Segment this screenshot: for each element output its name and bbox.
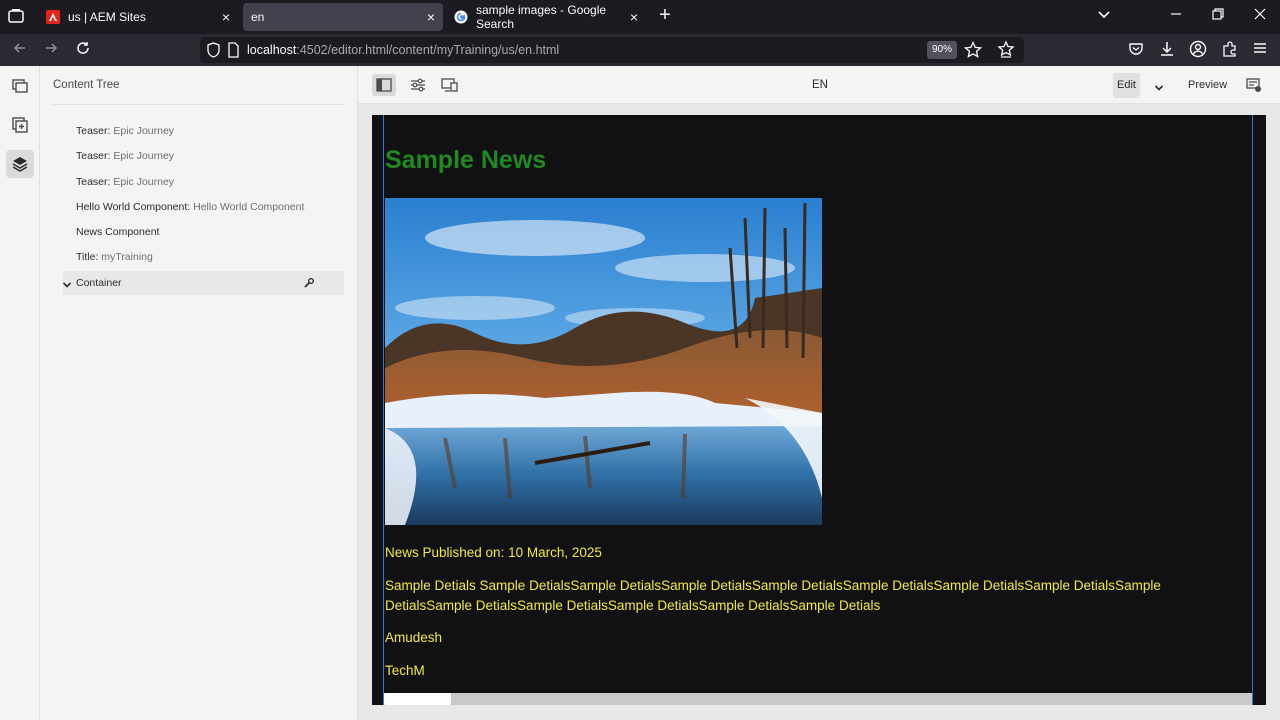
components-panel-icon[interactable] xyxy=(6,111,34,139)
assets-panel-icon[interactable] xyxy=(6,72,34,100)
news-headline[interactable]: Sample News xyxy=(385,146,546,175)
tree-item-label: Hello World Component: xyxy=(76,201,191,213)
content-tree-panel-icon[interactable] xyxy=(6,150,34,178)
restore-icon[interactable] xyxy=(1208,7,1228,27)
panel-divider xyxy=(53,104,344,105)
tree-item-label: Teaser: xyxy=(76,150,111,162)
tree-item-sub: Epic Journey xyxy=(110,176,175,188)
mode-dropdown-chevron-icon[interactable] xyxy=(1154,80,1164,98)
back-icon[interactable] xyxy=(10,40,30,60)
page-preview-frame[interactable]: Sample News News Published on: 10 March,… xyxy=(372,115,1266,705)
new-tab-button[interactable]: + xyxy=(655,5,675,25)
tree-item-label: News Component xyxy=(76,226,160,238)
tree-item-news-component[interactable]: News Component xyxy=(76,226,159,238)
close-tab-icon[interactable]: × xyxy=(222,9,230,25)
bookmark-star-icon[interactable] xyxy=(963,40,983,64)
url-text: localhost:4502/editor.html/content/myTra… xyxy=(247,43,559,57)
shield-icon[interactable] xyxy=(206,42,221,63)
tab-google-search[interactable]: sample images - Google Search × xyxy=(446,3,646,31)
google-icon xyxy=(454,10,468,24)
forward-icon[interactable] xyxy=(41,40,61,60)
news-company: TechM xyxy=(385,663,425,678)
extensions-icon[interactable] xyxy=(1220,40,1240,60)
navigation-bar: localhost:4502/editor.html/content/myTra… xyxy=(0,34,1280,66)
pocket-icon[interactable] xyxy=(1126,40,1146,60)
tab-title: en xyxy=(251,10,265,24)
url-path: :4502/editor.html/content/myTraining/us/… xyxy=(296,43,560,57)
address-bar[interactable]: localhost:4502/editor.html/content/myTra… xyxy=(200,37,1024,63)
scrollbar-thumb[interactable] xyxy=(384,693,451,705)
minimize-icon[interactable] xyxy=(1166,7,1186,27)
browser-tab-bar: us | AEM Sites × en × sample images - Go… xyxy=(0,0,1280,34)
chevron-down-icon[interactable] xyxy=(62,277,72,295)
tree-item-sub: Epic Journey xyxy=(110,125,175,137)
panel-title: Content Tree xyxy=(53,79,120,91)
tab-en[interactable]: en × xyxy=(243,3,443,31)
wrench-icon[interactable] xyxy=(303,276,315,294)
tree-item-container[interactable]: Container xyxy=(76,277,122,289)
close-window-icon[interactable] xyxy=(1250,7,1270,27)
page-properties-icon[interactable] xyxy=(406,74,430,96)
preview-button[interactable]: Preview xyxy=(1188,79,1227,91)
bookmarks-toolbar-icon[interactable] xyxy=(996,40,1016,60)
tree-item-title[interactable]: Title: myTraining xyxy=(76,251,153,263)
news-author: Amudesh xyxy=(385,630,443,645)
menu-icon[interactable] xyxy=(1250,40,1270,60)
tree-item-label: Teaser: xyxy=(76,125,111,137)
selection-outline-right xyxy=(1252,115,1253,705)
tree-item-sub: Hello World Component xyxy=(190,201,305,213)
emulator-icon[interactable] xyxy=(438,74,462,96)
tab-title: sample images - Google Search xyxy=(476,3,607,31)
tree-item-teaser-1[interactable]: Teaser: Epic Journey xyxy=(76,125,174,137)
close-tab-icon[interactable]: × xyxy=(427,9,435,25)
zoom-level-badge[interactable]: 90% xyxy=(927,41,957,59)
firefox-view-icon[interactable] xyxy=(6,7,26,27)
selection-outline-left xyxy=(383,115,384,705)
content-tree-panel: Content Tree Teaser: Epic Journey Teaser… xyxy=(40,66,358,720)
tree-item-label: Title: xyxy=(76,251,99,263)
news-image[interactable] xyxy=(385,198,822,525)
side-panel-rail xyxy=(0,66,40,720)
news-details: Sample Detials Sample DetialsSample Deti… xyxy=(385,578,1161,613)
editor-toolbar: EN Edit Preview xyxy=(358,66,1280,104)
tree-item-sub: Epic Journey xyxy=(110,150,175,162)
downloads-icon[interactable] xyxy=(1157,40,1177,60)
tree-item-teaser-2[interactable]: Teaser: Epic Journey xyxy=(76,150,174,162)
tree-item-teaser-3[interactable]: Teaser: Epic Journey xyxy=(76,176,174,188)
river-landscape-image xyxy=(385,198,822,525)
news-published-date: News Published on: 10 March, 2025 xyxy=(385,545,602,560)
adobe-icon xyxy=(46,10,60,24)
page-info-icon[interactable] xyxy=(227,42,240,63)
account-icon[interactable] xyxy=(1188,40,1208,60)
horizontal-scrollbar[interactable] xyxy=(384,693,1252,705)
tab-title: us | AEM Sites xyxy=(68,10,146,24)
annotations-icon[interactable] xyxy=(1242,74,1266,96)
tree-item-hello-world[interactable]: Hello World Component: Hello World Compo… xyxy=(76,201,304,213)
tree-item-label: Container xyxy=(76,277,122,289)
list-tabs-icon[interactable] xyxy=(1094,7,1114,27)
tree-item-sub: myTraining xyxy=(98,251,153,263)
edit-mode-button[interactable]: Edit xyxy=(1113,73,1140,98)
close-tab-icon[interactable]: × xyxy=(630,9,638,25)
toggle-side-panel-icon[interactable] xyxy=(372,74,396,96)
page-language-label: EN xyxy=(812,79,828,91)
tree-item-label: Teaser: xyxy=(76,176,111,188)
tab-aem-sites[interactable]: us | AEM Sites × xyxy=(38,3,238,31)
url-host: localhost xyxy=(247,43,297,57)
reload-icon[interactable] xyxy=(73,40,93,60)
